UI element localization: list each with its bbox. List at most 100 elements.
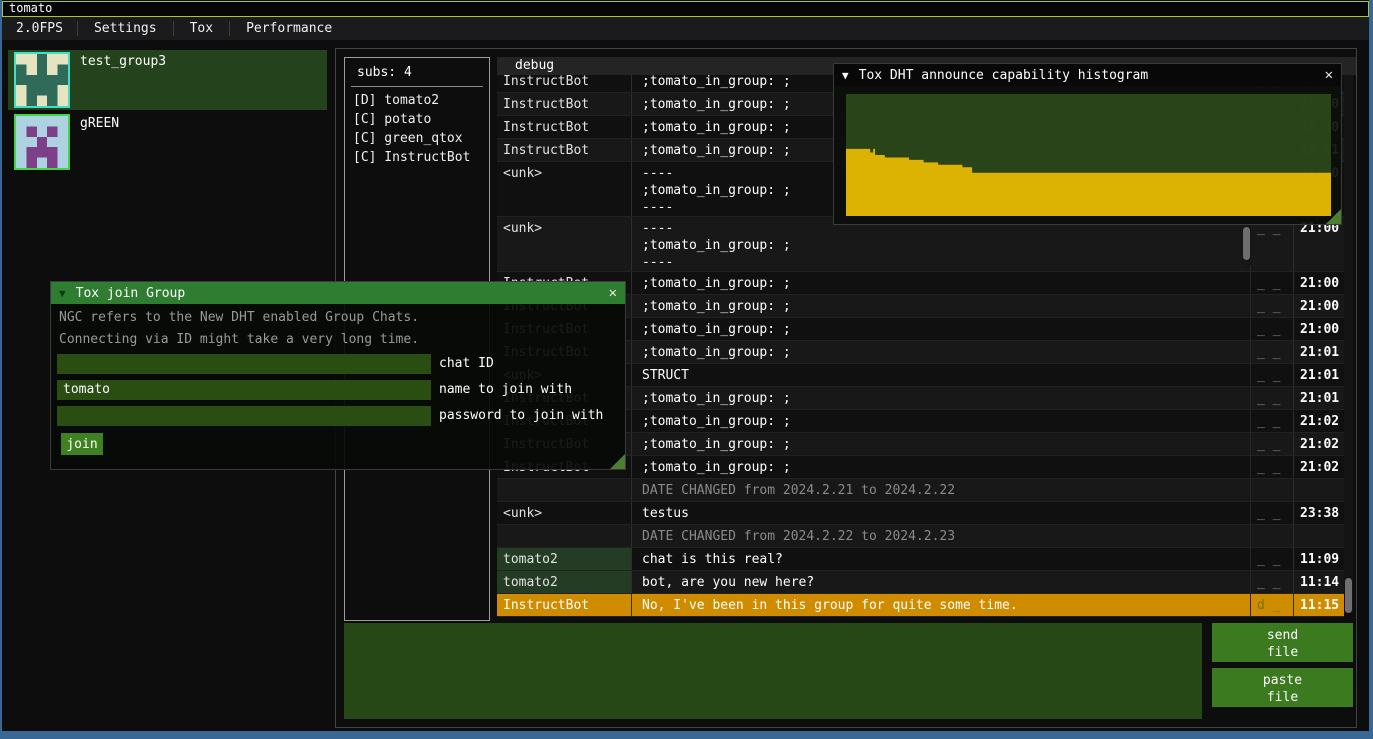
timestamp: 21:01 xyxy=(1293,364,1344,386)
timestamp xyxy=(1293,479,1344,501)
send-file-button[interactable]: send file xyxy=(1212,623,1353,662)
member-item[interactable]: [C] potato xyxy=(345,110,489,129)
join-name-label: name to join with xyxy=(439,382,572,397)
delivery-status: _ _ xyxy=(1250,364,1293,386)
sender-name: tomato2 xyxy=(497,571,632,593)
chat-id-input[interactable] xyxy=(57,354,431,374)
message-text: ;tomato_in_group: ; xyxy=(632,387,1250,409)
message-text: No, I've been in this group for quite so… xyxy=(632,594,1250,616)
sender-name: <unk> xyxy=(497,162,632,216)
resize-grip[interactable] xyxy=(1326,209,1341,224)
message-text: DATE CHANGED from 2024.2.21 to 2024.2.22 xyxy=(632,479,1250,501)
sender-name: InstructBot xyxy=(497,139,632,161)
menu-item-tox[interactable]: Tox xyxy=(173,21,229,36)
paste-file-button[interactable]: paste file xyxy=(1212,668,1353,707)
join-description-line1: NGC refers to the New DHT enabled Group … xyxy=(59,309,419,326)
sender-name: InstructBot xyxy=(497,594,632,616)
tab-label: debug xyxy=(515,58,554,73)
timestamp: 21:00 xyxy=(1293,217,1344,271)
sender-name: InstructBot xyxy=(497,116,632,138)
join-button[interactable]: join xyxy=(61,433,103,455)
histogram-window-titlebar[interactable]: ▼ Tox DHT announce capability histogram … xyxy=(834,64,1341,86)
sender-name: <unk> xyxy=(497,217,632,271)
menu-bar: 2.0FPS SettingsToxPerformance xyxy=(2,17,1369,40)
delivery-status: _ _ xyxy=(1250,410,1293,432)
sender-name: tomato2 xyxy=(497,548,632,570)
divider xyxy=(351,86,483,87)
message-text: ;tomato_in_group: ; xyxy=(632,295,1250,317)
delivery-status: _ _ xyxy=(1250,217,1293,271)
scrollbar-handle[interactable] xyxy=(1243,227,1250,260)
delivery-status xyxy=(1250,479,1293,501)
delivery-status: _ _ xyxy=(1250,387,1293,409)
menu-items: SettingsToxPerformance xyxy=(77,21,348,36)
delivery-status xyxy=(1250,525,1293,547)
menu-item-settings[interactable]: Settings xyxy=(77,21,173,36)
collapse-icon[interactable]: ▼ xyxy=(842,69,849,82)
window-frame xyxy=(0,731,1373,739)
join-password-input[interactable] xyxy=(57,406,431,426)
timestamp: 11:14 xyxy=(1293,571,1344,593)
delivery-status: _ _ xyxy=(1250,548,1293,570)
chat-id-label: chat ID xyxy=(439,356,494,371)
timestamp: 21:02 xyxy=(1293,456,1344,478)
chat-row[interactable]: InstructBotNo, I've been in this group f… xyxy=(497,594,1344,617)
resize-grip[interactable] xyxy=(610,454,625,469)
timestamp: 21:00 xyxy=(1293,295,1344,317)
close-icon[interactable]: ✕ xyxy=(609,285,617,301)
timestamp: 11:09 xyxy=(1293,548,1344,570)
timestamp: 21:00 xyxy=(1293,272,1344,294)
window-frame xyxy=(1369,0,1373,739)
scrollbar-handle[interactable] xyxy=(1345,578,1352,613)
timestamp: 21:01 xyxy=(1293,341,1344,363)
message-text: ;tomato_in_group: ; xyxy=(632,410,1250,432)
delivery-status: _ _ xyxy=(1250,341,1293,363)
member-item[interactable]: [D] tomato2 xyxy=(345,91,489,110)
app-window: tomato 2.0FPS SettingsToxPerformance tes… xyxy=(0,0,1373,739)
message-input[interactable] xyxy=(344,623,1202,719)
member-list: [D] tomato2[C] potato[C] green_qtox[C] I… xyxy=(345,91,489,167)
timestamp: 23:38 xyxy=(1293,502,1344,524)
collapse-icon[interactable]: ▼ xyxy=(59,287,66,300)
chat-row[interactable]: tomato2bot, are you new here?_ _11:14 xyxy=(497,571,1344,594)
chat-row[interactable]: DATE CHANGED from 2024.2.22 to 2024.2.23 xyxy=(497,525,1344,548)
join-group-window[interactable]: ▼ Tox join Group ✕ NGC refers to the New… xyxy=(50,281,626,470)
join-window-titlebar[interactable]: ▼ Tox join Group ✕ xyxy=(51,282,625,304)
chat-row[interactable]: DATE CHANGED from 2024.2.21 to 2024.2.22 xyxy=(497,479,1344,502)
message-text: testus xyxy=(632,502,1250,524)
message-text: STRUCT xyxy=(632,364,1250,386)
message-cell-scrollbar[interactable] xyxy=(1242,219,1251,268)
sender-name xyxy=(497,479,632,501)
close-icon[interactable]: ✕ xyxy=(1325,67,1333,83)
timestamp: 21:02 xyxy=(1293,410,1344,432)
delivery-status: _ _ xyxy=(1250,433,1293,455)
chat-scrollbar[interactable] xyxy=(1344,75,1353,613)
group-avatar-icon xyxy=(14,52,70,108)
sidebar-item-test-group3[interactable]: test_group3 xyxy=(8,50,327,110)
chat-row[interactable]: <unk>testus_ _23:38 xyxy=(497,502,1344,525)
delivery-status: _ _ xyxy=(1250,502,1293,524)
delivery-status: _ _ xyxy=(1250,571,1293,593)
message-text: DATE CHANGED from 2024.2.22 to 2024.2.23 xyxy=(632,525,1250,547)
member-item[interactable]: [C] InstructBot xyxy=(345,148,489,167)
member-item[interactable]: [C] green_qtox xyxy=(345,129,489,148)
delivery-status: _ _ xyxy=(1250,318,1293,340)
chat-row[interactable]: tomato2chat is this real?_ _11:09 xyxy=(497,548,1344,571)
window-titlebar[interactable]: tomato xyxy=(2,1,1369,17)
message-text: ;tomato_in_group: ; xyxy=(632,341,1250,363)
histogram-area xyxy=(846,149,1331,216)
timestamp: 21:01 xyxy=(1293,387,1344,409)
delivery-status: _ _ xyxy=(1250,456,1293,478)
menu-item-performance[interactable]: Performance xyxy=(229,21,348,36)
window-frame xyxy=(0,0,2,739)
join-name-input[interactable]: tomato xyxy=(57,380,431,400)
group-name: gREEN xyxy=(80,116,119,131)
sidebar-item-green[interactable]: gREEN xyxy=(8,112,327,172)
join-password-label: password to join with xyxy=(439,408,603,423)
sender-name: InstructBot xyxy=(497,93,632,115)
histogram-window[interactable]: ▼ Tox DHT announce capability histogram … xyxy=(833,63,1342,225)
chat-row[interactable]: <unk>---- ;tomato_in_group: ; ----_ _21:… xyxy=(497,217,1344,272)
window-title: tomato xyxy=(9,1,52,15)
message-text: chat is this real? xyxy=(632,548,1250,570)
sender-name: InstructBot xyxy=(497,75,632,92)
